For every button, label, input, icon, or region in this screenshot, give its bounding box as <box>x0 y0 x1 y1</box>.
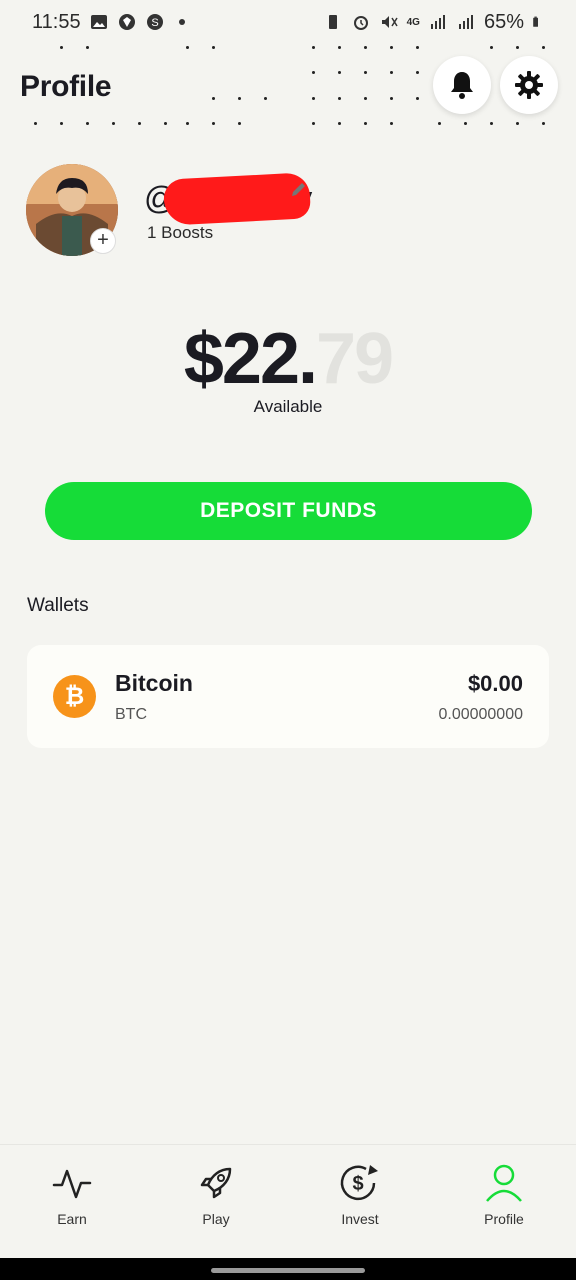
nav-item-earn[interactable]: Earn <box>12 1163 132 1227</box>
svg-text:S: S <box>151 17 158 29</box>
nav-label-earn: Earn <box>57 1211 87 1227</box>
deposit-funds-button[interactable]: DEPOSIT FUNDS <box>45 482 532 540</box>
redaction-mark <box>162 172 312 226</box>
status-bar: 11:55 S 4G 65% <box>0 0 576 44</box>
bottom-nav: Earn Play $ Invest Profile <box>0 1144 576 1258</box>
nav-label-profile: Profile <box>484 1211 524 1227</box>
home-gesture-pill[interactable] <box>211 1268 365 1273</box>
svg-text:$: $ <box>352 1173 363 1195</box>
status-time: 11:55 <box>32 10 81 33</box>
profile-summary: + @gy 1 Boosts <box>26 164 546 264</box>
balance-display: $22.79 <box>0 318 576 400</box>
wallet-name: Bitcoin <box>115 670 193 696</box>
wallet-amount: 0.00000000 <box>438 706 523 723</box>
settings-button[interactable] <box>500 56 558 114</box>
pencil-icon[interactable] <box>290 180 308 198</box>
add-avatar-button[interactable]: + <box>90 228 116 254</box>
notification-dot <box>178 19 185 25</box>
nav-item-invest[interactable]: $ Invest <box>300 1163 420 1227</box>
gear-icon <box>515 71 543 99</box>
page-title: Profile <box>20 70 112 103</box>
notifications-button[interactable] <box>433 56 491 114</box>
battery-level: 65% <box>483 10 524 33</box>
signal-icon <box>430 15 445 29</box>
rocket-icon <box>200 1167 232 1199</box>
status-bar-right: 4G 65% <box>323 11 544 34</box>
wallet-card-bitcoin[interactable]: ₿ Bitcoin BTC $0.00 0.00000000 <box>27 645 549 748</box>
nav-item-play[interactable]: Play <box>156 1163 276 1227</box>
dollar-cycle-icon: $ <box>340 1165 378 1201</box>
status-bar-left: 11:55 S <box>32 11 185 34</box>
wallets-heading: Wallets <box>27 595 89 616</box>
battery-icon <box>533 16 538 27</box>
balance-label: Available <box>253 397 323 416</box>
signal-icon-2 <box>458 15 473 29</box>
bitcoin-icon: ₿ <box>53 675 96 718</box>
activity-icon <box>52 1169 92 1199</box>
alarm-icon <box>353 16 368 30</box>
nav-label-play: Play <box>202 1211 230 1227</box>
balance-cents: 79 <box>316 319 394 399</box>
nav-label-invest: Invest <box>341 1211 379 1227</box>
wallet-symbol: BTC <box>115 706 147 723</box>
mute-icon <box>381 16 398 28</box>
nav-item-profile[interactable]: Profile <box>444 1163 564 1227</box>
s-app-icon: S <box>146 14 163 30</box>
person-icon <box>486 1164 522 1202</box>
balance-dollars: $22. <box>183 319 318 399</box>
header: Profile <box>0 56 576 120</box>
battery-saver-icon <box>328 15 337 29</box>
gallery-icon <box>90 15 107 29</box>
bell-icon <box>451 72 473 99</box>
boosts-count: 1 Boosts <box>147 223 214 242</box>
wallet-usd-value: $0.00 <box>467 671 523 696</box>
shield-icon <box>118 14 135 30</box>
network-label: 4G <box>406 16 420 28</box>
